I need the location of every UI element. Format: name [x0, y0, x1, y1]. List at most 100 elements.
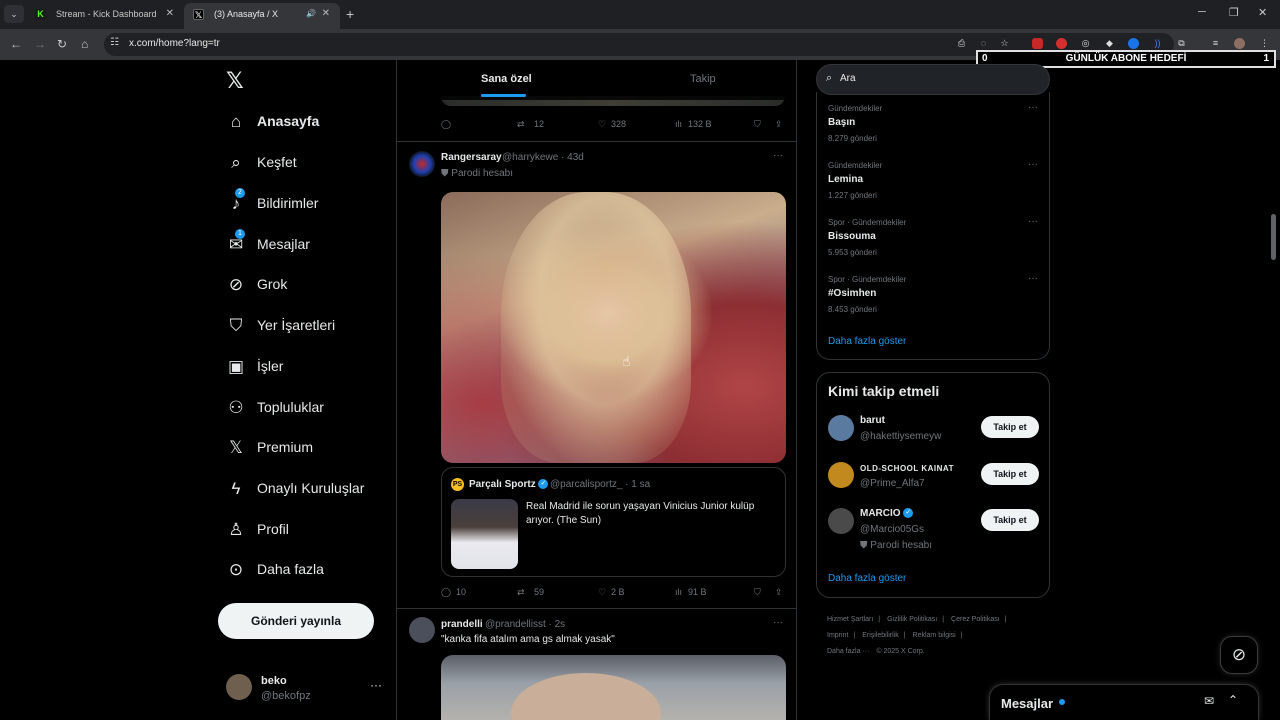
avatar[interactable]	[226, 674, 252, 700]
grok-floating-button[interactable]: ⊘	[1220, 636, 1258, 674]
suggestion-name[interactable]: OLD-SCHOOL KAINAT	[860, 464, 954, 473]
views-icon[interactable]: ılı	[675, 587, 682, 597]
footer-link[interactable]: Gizlilik Politikası	[887, 616, 937, 623]
reload-icon[interactable]: ↻	[57, 37, 67, 51]
account-name[interactable]: beko	[261, 675, 287, 687]
avatar[interactable]	[828, 462, 854, 488]
avatar[interactable]	[828, 508, 854, 534]
star-icon[interactable]: ☆	[999, 38, 1010, 49]
like-icon[interactable]: ♡	[598, 587, 606, 598]
page-scrollbar[interactable]	[1271, 214, 1276, 260]
retweet-icon[interactable]: ⇄	[517, 587, 525, 598]
new-message-icon[interactable]: ✉	[1204, 694, 1214, 708]
like-icon[interactable]: ♡	[598, 119, 606, 130]
quoted-post[interactable]: PS Parçalı Sportz ✓ @parcalisportz_ · 1 …	[441, 467, 786, 577]
trend-item[interactable]: Spor · Gündemdekiler Bissouma 5.953 gönd…	[828, 216, 1038, 266]
messages-drawer[interactable]: Mesajlar ✉ ⌃	[989, 684, 1259, 720]
follow-show-more-link[interactable]: Daha fazla göster	[828, 573, 906, 584]
follow-button[interactable]: Takip et	[981, 416, 1039, 438]
post-avatar[interactable]	[409, 617, 435, 643]
extension-icon[interactable]	[1032, 38, 1043, 49]
nav-item-bookmarks[interactable]: ⛉ Yer İşaretleri	[226, 314, 396, 340]
site-settings-icon[interactable]: ☷	[110, 37, 119, 48]
browser-tab-kick[interactable]: K Stream - Kick Dashboard ✕	[26, 3, 184, 29]
tab-for-you[interactable]: Sana özel	[481, 73, 532, 85]
nav-item-verified-orgs[interactable]: ϟ Onaylı Kuruluşlar	[226, 477, 396, 503]
reply-icon[interactable]: ◯	[441, 587, 451, 598]
extension-icon[interactable]: ))	[1152, 38, 1163, 49]
extension-icon[interactable]	[1056, 38, 1067, 49]
post-author-handle[interactable]: @harrykewe · 43d	[502, 152, 584, 163]
trend-item[interactable]: Gündemdekiler Başın 8.279 gönderi ···	[828, 102, 1038, 152]
trend-more-icon[interactable]: ···	[1028, 159, 1038, 170]
bookmark-icon[interactable]: ⛉	[754, 587, 761, 598]
footer-link[interactable]: Reklam bilgisi	[913, 632, 956, 639]
nav-item-communities[interactable]: ⚇ Topluluklar	[226, 396, 396, 422]
search-input[interactable]: ⌕ Ara	[816, 64, 1050, 95]
trend-item[interactable]: Spor · Gündemdekiler #Osimhen 8.453 gönd…	[828, 273, 1038, 323]
account-more-icon[interactable]: ···	[370, 678, 382, 692]
new-tab-button[interactable]: +	[346, 6, 354, 22]
media-icon[interactable]: ≡	[1210, 38, 1221, 49]
expand-icon[interactable]: ⌃	[1228, 693, 1238, 707]
footer-more-link[interactable]: Daha fazla ···	[827, 648, 869, 655]
footer-link[interactable]: Çerez Politikası	[951, 616, 1000, 623]
share-icon[interactable]: ⇪	[775, 119, 783, 130]
tab-following[interactable]: Takip	[690, 73, 716, 85]
post-author-handle[interactable]: @prandellisst · 2s	[485, 619, 565, 630]
post-video[interactable]	[441, 192, 786, 463]
nav-item-messages[interactable]: ✉ 1 Mesajlar	[226, 229, 396, 259]
nav-item-more[interactable]: ⊙ Daha fazla	[226, 558, 396, 584]
bookmark-icon[interactable]: ⛉	[754, 119, 761, 130]
post-more-icon[interactable]: ···	[773, 150, 783, 161]
follow-suggestion[interactable]: barut @hakettiysemeyw Takip et	[828, 413, 1040, 453]
home-icon[interactable]: ⌂	[81, 37, 88, 51]
nav-item-home[interactable]: ⌂ Anasayfa	[226, 110, 396, 136]
account-handle[interactable]: @bekofpz	[261, 690, 311, 702]
back-icon[interactable]: ←	[10, 37, 22, 51]
trend-more-icon[interactable]: ···	[1028, 273, 1038, 284]
suggestion-name[interactable]: MARCIO ✓	[860, 508, 914, 519]
trend-item[interactable]: Gündemdekiler Lemina 1.227 gönderi ···	[828, 159, 1038, 209]
trend-more-icon[interactable]: ···	[1028, 102, 1038, 113]
reply-icon[interactable]: ◯	[441, 119, 451, 130]
post-author-name[interactable]: prandelli	[441, 619, 483, 630]
post-image[interactable]	[441, 655, 786, 720]
minimize-icon[interactable]: ─	[1198, 6, 1206, 18]
tab-search-button[interactable]: ⌄	[4, 5, 24, 23]
post-author-name[interactable]: Rangersaray	[441, 152, 502, 163]
eye-off-icon[interactable]: ◌	[978, 38, 989, 49]
footer-link[interactable]: Hizmet Şartları	[827, 616, 873, 623]
install-icon[interactable]: ⎙	[956, 38, 967, 49]
nav-item-premium[interactable]: 𝕏 Premium	[226, 436, 396, 462]
x-logo-icon[interactable]: 𝕏	[226, 68, 244, 94]
extension-icon[interactable]: ◎	[1080, 38, 1091, 49]
nav-item-jobs[interactable]: ▣ İşler	[226, 355, 396, 381]
retweet-icon[interactable]: ⇄	[517, 119, 525, 130]
post-avatar[interactable]	[409, 151, 435, 177]
nav-item-notifications[interactable]: ♪ 2 Bildirimler	[226, 188, 396, 218]
follow-suggestion[interactable]: MARCIO ✓ @Marcio05Gs ⛊ Parodi hesabı Tak…	[828, 506, 1040, 556]
trends-show-more-link[interactable]: Daha fazla göster	[828, 336, 906, 347]
puzzle-icon[interactable]: ⧉	[1176, 38, 1187, 49]
share-icon[interactable]: ⇪	[775, 587, 783, 598]
extension-icon[interactable]: ◆	[1104, 38, 1115, 49]
forward-icon[interactable]: →	[34, 37, 46, 51]
avatar[interactable]	[828, 415, 854, 441]
restore-icon[interactable]: ❐	[1229, 6, 1239, 19]
follow-suggestion[interactable]: OLD-SCHOOL KAINAT @Prime_Alfa7 Takip et	[828, 460, 1040, 500]
footer-link[interactable]: Erişilebilirlik	[862, 632, 899, 639]
post-button[interactable]: Gönderi yayınla	[218, 603, 374, 639]
close-icon[interactable]: ✕	[322, 3, 330, 25]
post-more-icon[interactable]: ···	[773, 617, 783, 628]
close-icon[interactable]: ✕	[166, 3, 174, 25]
suggestion-name[interactable]: barut	[860, 415, 885, 426]
browser-tab-x[interactable]: 𝕏 (3) Anasayfa / X 🔊 ✕	[184, 3, 340, 29]
extension-icon[interactable]	[1128, 38, 1139, 49]
nav-item-profile[interactable]: ♙ Profil	[226, 518, 396, 544]
profile-avatar[interactable]	[1234, 38, 1245, 49]
follow-button[interactable]: Takip et	[981, 509, 1039, 531]
nav-item-grok[interactable]: ⊘ Grok	[226, 273, 396, 299]
views-icon[interactable]: ılı	[675, 119, 682, 129]
follow-button[interactable]: Takip et	[981, 463, 1039, 485]
